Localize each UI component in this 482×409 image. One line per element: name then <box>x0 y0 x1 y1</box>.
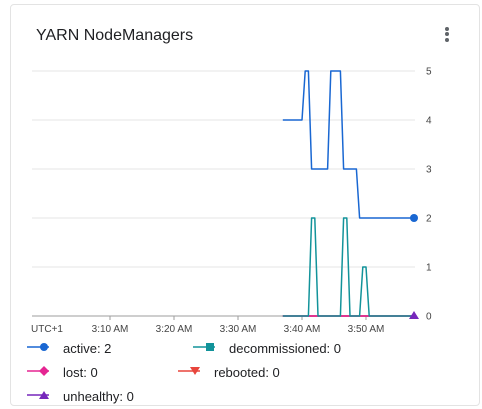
triangle-up-marker-icon <box>27 386 55 409</box>
legend-item-decommissioned[interactable]: decommissioned: 0 <box>193 340 341 358</box>
x-tick-label: 3:40 AM <box>284 324 321 335</box>
y-tick-label: 3 <box>426 165 432 176</box>
square-marker-icon <box>193 338 221 361</box>
legend-label: rebooted: 0 <box>214 365 280 380</box>
legend-item-lost[interactable]: lost: 0 <box>27 364 98 382</box>
series-line-active <box>282 70 414 219</box>
diamond-marker-icon <box>27 362 55 385</box>
y-tick-label: 2 <box>426 214 432 225</box>
x-tick-label: 3:10 AM <box>92 324 129 335</box>
x-tick-label: UTC+1 <box>31 324 63 335</box>
legend-label: lost: 0 <box>63 365 98 380</box>
x-tick-label: 3:50 AM <box>348 324 385 335</box>
legend-label: active: 2 <box>63 341 112 356</box>
legend-label: unhealthy: 0 <box>63 389 134 404</box>
y-tick-label: 0 <box>426 312 432 323</box>
x-tick-label: 3:20 AM <box>156 324 193 335</box>
series-marker-active <box>410 214 418 222</box>
legend-item-active[interactable]: active: 2 <box>27 340 111 358</box>
y-tick-label: 4 <box>426 116 432 127</box>
triangle-down-marker-icon <box>178 362 206 385</box>
legend-item-unhealthy[interactable]: unhealthy: 0 <box>27 388 134 406</box>
series-marker-unhealthy <box>409 311 419 319</box>
x-tick-label: 3:30 AM <box>220 324 257 335</box>
y-tick-label: 1 <box>426 263 432 274</box>
legend-label: decommissioned: 0 <box>229 341 341 356</box>
legend-item-rebooted[interactable]: rebooted: 0 <box>178 364 280 382</box>
y-tick-label: 5 <box>426 67 432 78</box>
circle-marker-icon <box>27 338 55 361</box>
